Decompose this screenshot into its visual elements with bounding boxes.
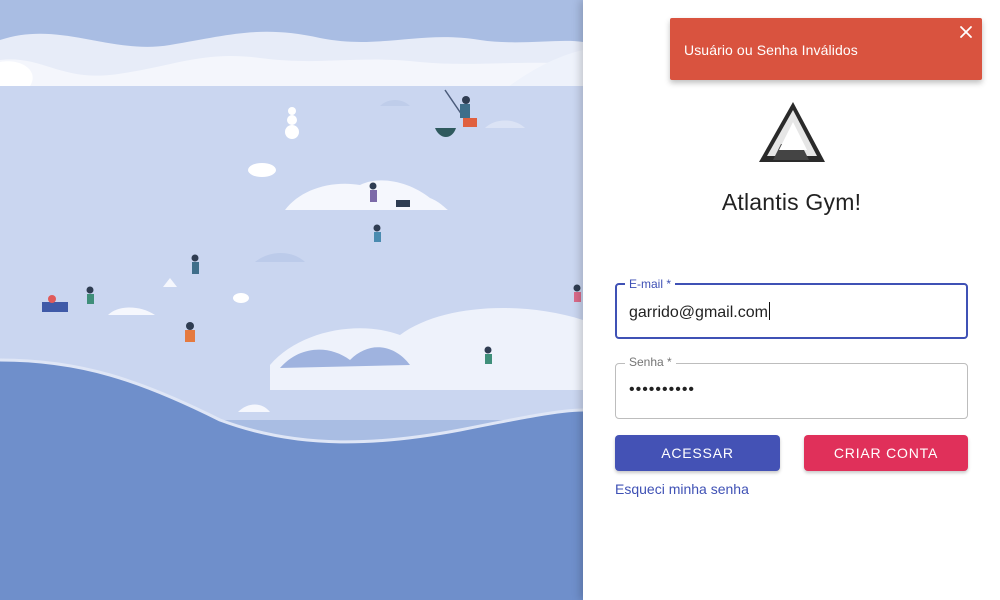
text-caret [768,302,770,320]
password-label: Senha * [625,355,676,369]
winter-illustration [0,0,583,600]
email-value: garrido@gmail.com [629,304,768,321]
email-label: E-mail * [625,277,676,291]
email-field[interactable]: E-mail * garrido@gmail.com [615,277,968,339]
password-input[interactable]: •••••••••• [629,381,695,399]
atlantis-triangle-logo-icon [757,100,827,164]
error-toast: Usuário ou Senha Inválidos [670,18,982,80]
create-account-button[interactable]: CRIAR CONTA [804,435,968,471]
forgot-password-link[interactable]: Esqueci minha senha [615,481,749,497]
password-field[interactable]: Senha * •••••••••• [615,355,968,419]
email-input[interactable]: garrido@gmail.com [629,302,770,322]
app-title: Atlantis Gym! [721,189,862,215]
login-button[interactable]: ACESSAR [615,435,780,471]
toast-message: Usuário ou Senha Inválidos [684,42,858,58]
close-icon[interactable] [959,25,973,39]
